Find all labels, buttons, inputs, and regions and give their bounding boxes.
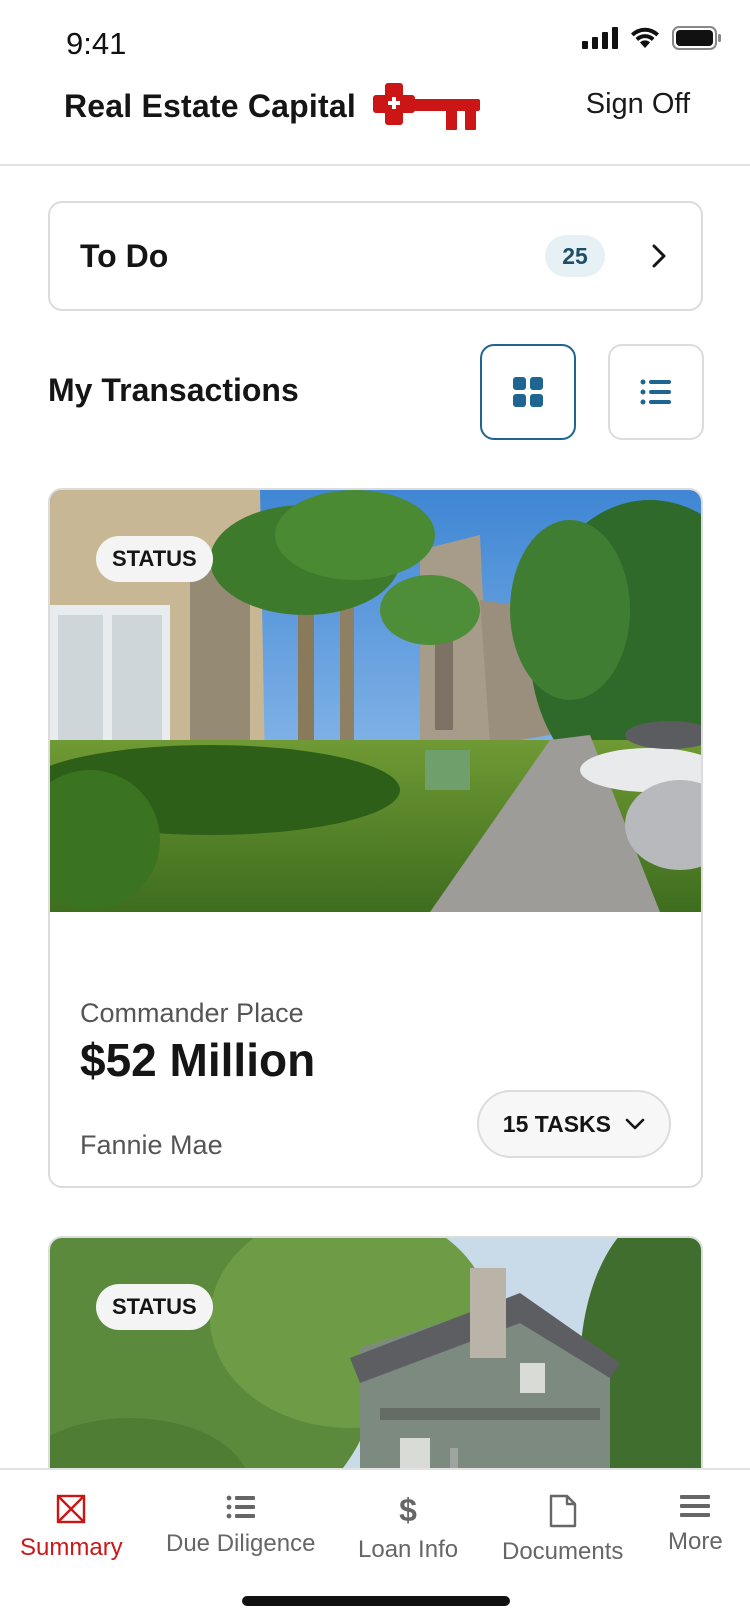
battery-icon [672, 26, 721, 50]
tab-label: Documents [502, 1538, 624, 1565]
bottom-tab-bar: Summary Due Diligence $ Loan Info Docume… [0, 1468, 750, 1624]
grid-view-icon [513, 377, 543, 407]
transaction-card[interactable]: STATUS Commander Place $52 Million Fanni… [48, 488, 703, 1188]
lender-name: Fannie Mae [80, 1130, 223, 1160]
tab-label: Due Diligence [166, 1530, 316, 1557]
svg-text:$: $ [399, 1494, 417, 1526]
wifi-icon [631, 27, 659, 48]
sign-off-button[interactable]: Sign Off [586, 88, 690, 121]
loan-amount: $52 Million [80, 1034, 316, 1086]
todo-count-badge: 25 [545, 235, 605, 277]
tab-more[interactable]: More [668, 1494, 723, 1556]
tab-label: Loan Info [358, 1536, 459, 1563]
todo-label: To Do [80, 237, 169, 274]
document-icon [549, 1494, 576, 1528]
chevron-right-icon [652, 244, 666, 268]
status-time: 9:41 [66, 26, 127, 61]
property-photo: STATUS [50, 490, 701, 912]
status-icons [582, 26, 722, 50]
checklist-icon [226, 1495, 255, 1519]
summary-icon [57, 1494, 86, 1524]
brand: Real Estate Capital [64, 80, 482, 132]
app-title: Real Estate Capital [64, 87, 356, 124]
list-view-icon [640, 379, 671, 405]
tab-label: Summary [20, 1534, 123, 1561]
status-bar: 9:41 [0, 0, 750, 80]
transactions-title: My Transactions [48, 372, 299, 408]
tab-loan-info[interactable]: $ Loan Info [358, 1494, 458, 1564]
menu-icon [680, 1495, 711, 1517]
dollar-icon: $ [399, 1494, 417, 1526]
list-view-button[interactable] [608, 344, 704, 440]
property-name: Commander Place [80, 998, 304, 1028]
tab-label: More [668, 1528, 723, 1555]
todo-card[interactable]: To Do 25 [48, 201, 703, 311]
cellular-signal-icon [582, 27, 618, 49]
tasks-label: 15 TASKS [502, 1110, 611, 1137]
tasks-dropdown-button[interactable]: 15 TASKS [476, 1090, 671, 1158]
status-badge: STATUS [96, 1284, 213, 1330]
home-indicator [242, 1596, 510, 1606]
status-badge: STATUS [96, 536, 213, 582]
key-logo-icon [372, 83, 480, 130]
chevron-down-icon [625, 1118, 645, 1130]
app-header: Real Estate Capital Sign Off [0, 80, 750, 166]
tab-summary[interactable]: Summary [20, 1494, 123, 1562]
tab-documents[interactable]: Documents [502, 1494, 623, 1566]
tab-due-diligence[interactable]: Due Diligence [166, 1494, 315, 1558]
grid-view-button[interactable] [480, 344, 576, 440]
